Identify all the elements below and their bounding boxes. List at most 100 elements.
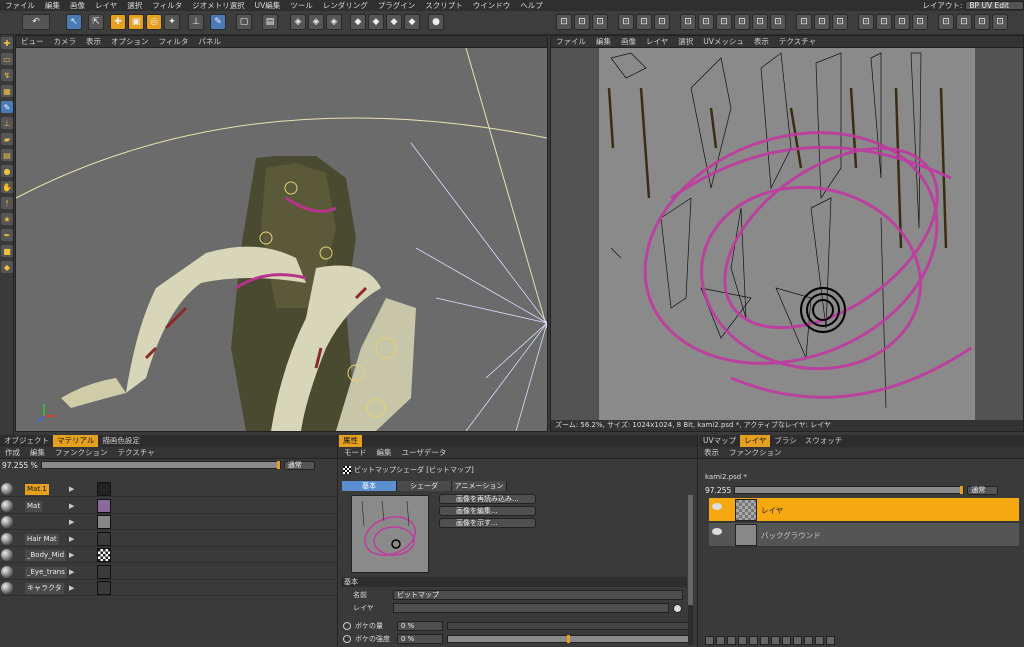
layer-panel-tab[interactable]: レイヤ	[740, 435, 771, 447]
color-swatch-icon[interactable]: ■	[1, 245, 13, 257]
uv-tool-6-icon[interactable]: ⊡	[654, 14, 670, 30]
blur-scale-slider[interactable]	[447, 635, 691, 643]
material-row[interactable]: Hair Mat ▶	[0, 531, 338, 547]
uv-menu-item[interactable]: ファイル	[551, 36, 591, 47]
edit-mode-icon[interactable]: ◆	[368, 14, 384, 30]
uv-tool-16-icon[interactable]: ⊡	[858, 14, 874, 30]
mask-icon[interactable]	[749, 636, 758, 645]
material-menu-item[interactable]: 編集	[25, 447, 50, 458]
text-icon[interactable]: !	[1, 197, 13, 209]
drop-icon[interactable]: ●	[1, 165, 13, 177]
expand-arrow-icon[interactable]: ▶	[69, 535, 74, 543]
uv-tool-11-icon[interactable]: ⊡	[752, 14, 768, 30]
attribute-menu-item[interactable]: モード	[339, 447, 372, 458]
material-row[interactable]: キャラクタ ▶	[0, 580, 338, 596]
uv-tool-23-icon[interactable]: ⊡	[992, 14, 1008, 30]
alpha-icon[interactable]	[815, 636, 824, 645]
layer-row[interactable]: レイヤ	[709, 498, 1019, 522]
viewport-menu-item[interactable]: フィルタ	[154, 36, 194, 47]
blur-offset-field[interactable]: 0 %	[397, 621, 443, 631]
viewport-menu-item[interactable]: カメラ	[49, 36, 82, 47]
eraser-icon[interactable]: ▰	[1, 133, 13, 145]
points-mode-icon[interactable]: ◆	[386, 14, 402, 30]
menu-item[interactable]: プラグイン	[373, 0, 421, 11]
image-action-button[interactable]: 画像を示す...	[439, 518, 536, 528]
fill-icon[interactable]: ◆	[1, 261, 13, 273]
opacity-slider[interactable]	[40, 461, 281, 469]
new-layer-icon[interactable]	[705, 636, 714, 645]
material-menu-item[interactable]: ファンクション	[50, 447, 113, 458]
world-axis-icon[interactable]: ⊥	[188, 14, 204, 30]
fill-layer-icon[interactable]	[782, 636, 791, 645]
uv-tool-20-icon[interactable]: ⊡	[938, 14, 954, 30]
polygon-mode-icon[interactable]: ◆	[404, 14, 420, 30]
attribute-subtab[interactable]: アニメーション	[452, 481, 507, 491]
keyframe-icon[interactable]	[343, 635, 351, 643]
layer-row[interactable]: バックグラウンド	[709, 523, 1019, 547]
layer-menu-item[interactable]: 表示	[699, 447, 724, 458]
material-tab[interactable]: オブジェクト	[0, 435, 53, 447]
layer-opacity-slider[interactable]	[734, 486, 965, 494]
menu-item[interactable]: ウインドウ	[468, 0, 516, 11]
layer-blend-select[interactable]: 通常	[967, 485, 999, 495]
visibility-eye-icon[interactable]	[712, 503, 722, 510]
layout-selector[interactable]: レイアウト: BP UV Edit	[922, 0, 1024, 11]
eyedropper-icon[interactable]: ✒	[1, 229, 13, 241]
uv-tool-4-icon[interactable]: ⊡	[618, 14, 634, 30]
render-picture-icon[interactable]: ◈	[290, 14, 306, 30]
uv-menu-item[interactable]: 画像	[616, 36, 641, 47]
attribute-subtab[interactable]: シェーダ	[397, 481, 452, 491]
expand-arrow-icon[interactable]: ▶	[69, 518, 74, 526]
uv-tool-21-icon[interactable]: ⊡	[956, 14, 972, 30]
material-row[interactable]: ▶	[0, 514, 338, 530]
layer-pick-icon[interactable]	[673, 603, 682, 613]
uv-tool-1-icon[interactable]: ⊡	[556, 14, 572, 30]
brush-tool-icon[interactable]: ✎	[210, 14, 226, 30]
material-name[interactable]: Mat	[25, 500, 43, 512]
move-icon[interactable]: ✚	[1, 37, 13, 49]
visibility-eye-icon[interactable]	[712, 528, 722, 535]
uv-canvas[interactable]	[551, 48, 1023, 420]
uv-tool-7-icon[interactable]: ⊡	[680, 14, 696, 30]
delete-layer-icon[interactable]	[727, 636, 736, 645]
uv-menu-item[interactable]: 選択	[673, 36, 698, 47]
tab-attributes[interactable]: 属性	[339, 435, 362, 447]
layer-panel-tab[interactable]: スウォッチ	[801, 435, 847, 447]
uv-tool-18-icon[interactable]: ⊡	[894, 14, 910, 30]
material-tab[interactable]: 描画色設定	[98, 435, 144, 447]
uv-tool-13-icon[interactable]: ⊡	[796, 14, 812, 30]
material-name[interactable]: Hair Mat	[25, 533, 59, 545]
uv-tool-8-icon[interactable]: ⊡	[698, 14, 714, 30]
layer-opacity-value[interactable]: 97.255	[705, 486, 731, 495]
undo-button[interactable]: ↶	[22, 14, 50, 30]
expand-arrow-icon[interactable]: ▶	[69, 485, 74, 493]
duplicate-layer-icon[interactable]	[738, 636, 747, 645]
menu-item[interactable]: 選択	[122, 0, 147, 11]
viewport-menu-item[interactable]: 表示	[81, 36, 106, 47]
merge-icon[interactable]	[760, 636, 769, 645]
material-name[interactable]: _Body_Mid	[25, 550, 67, 561]
live-select-icon[interactable]: ↖	[66, 14, 82, 30]
paint-setup-icon[interactable]: ●	[428, 14, 444, 30]
attribute-menu-item[interactable]: ユーザデータ	[397, 447, 452, 458]
uv-tool-3-icon[interactable]: ⊡	[592, 14, 608, 30]
material-name[interactable]: Mat.1	[25, 484, 49, 495]
render-view-icon[interactable]: ▤	[262, 14, 278, 30]
blur-scale-field[interactable]: 0 %	[397, 634, 443, 644]
rotate-tool-icon[interactable]: ◎	[146, 14, 162, 30]
menu-item[interactable]: 編集	[40, 0, 65, 11]
menu-item[interactable]: レンダリング	[318, 0, 373, 11]
uv-menu-item[interactable]: レイヤ	[641, 36, 673, 47]
uv-menu-item[interactable]: UVメッシュ	[698, 36, 749, 47]
uv-tool-9-icon[interactable]: ⊡	[716, 14, 732, 30]
viewport-menu-item[interactable]: パネル	[193, 36, 226, 47]
coordinate-icon[interactable]: ✦	[164, 14, 180, 30]
uv-menu-item[interactable]: 編集	[591, 36, 616, 47]
layer-panel-tab[interactable]: UVマップ	[699, 435, 740, 447]
new-folder-icon[interactable]	[716, 636, 725, 645]
material-menu-item[interactable]: 作成	[0, 447, 25, 458]
move-icon[interactable]: ⇱	[88, 14, 104, 30]
brush-icon[interactable]: ✎	[1, 101, 13, 113]
menu-item[interactable]: ヘルプ	[515, 0, 548, 11]
menu-item[interactable]: レイヤ	[90, 0, 122, 11]
